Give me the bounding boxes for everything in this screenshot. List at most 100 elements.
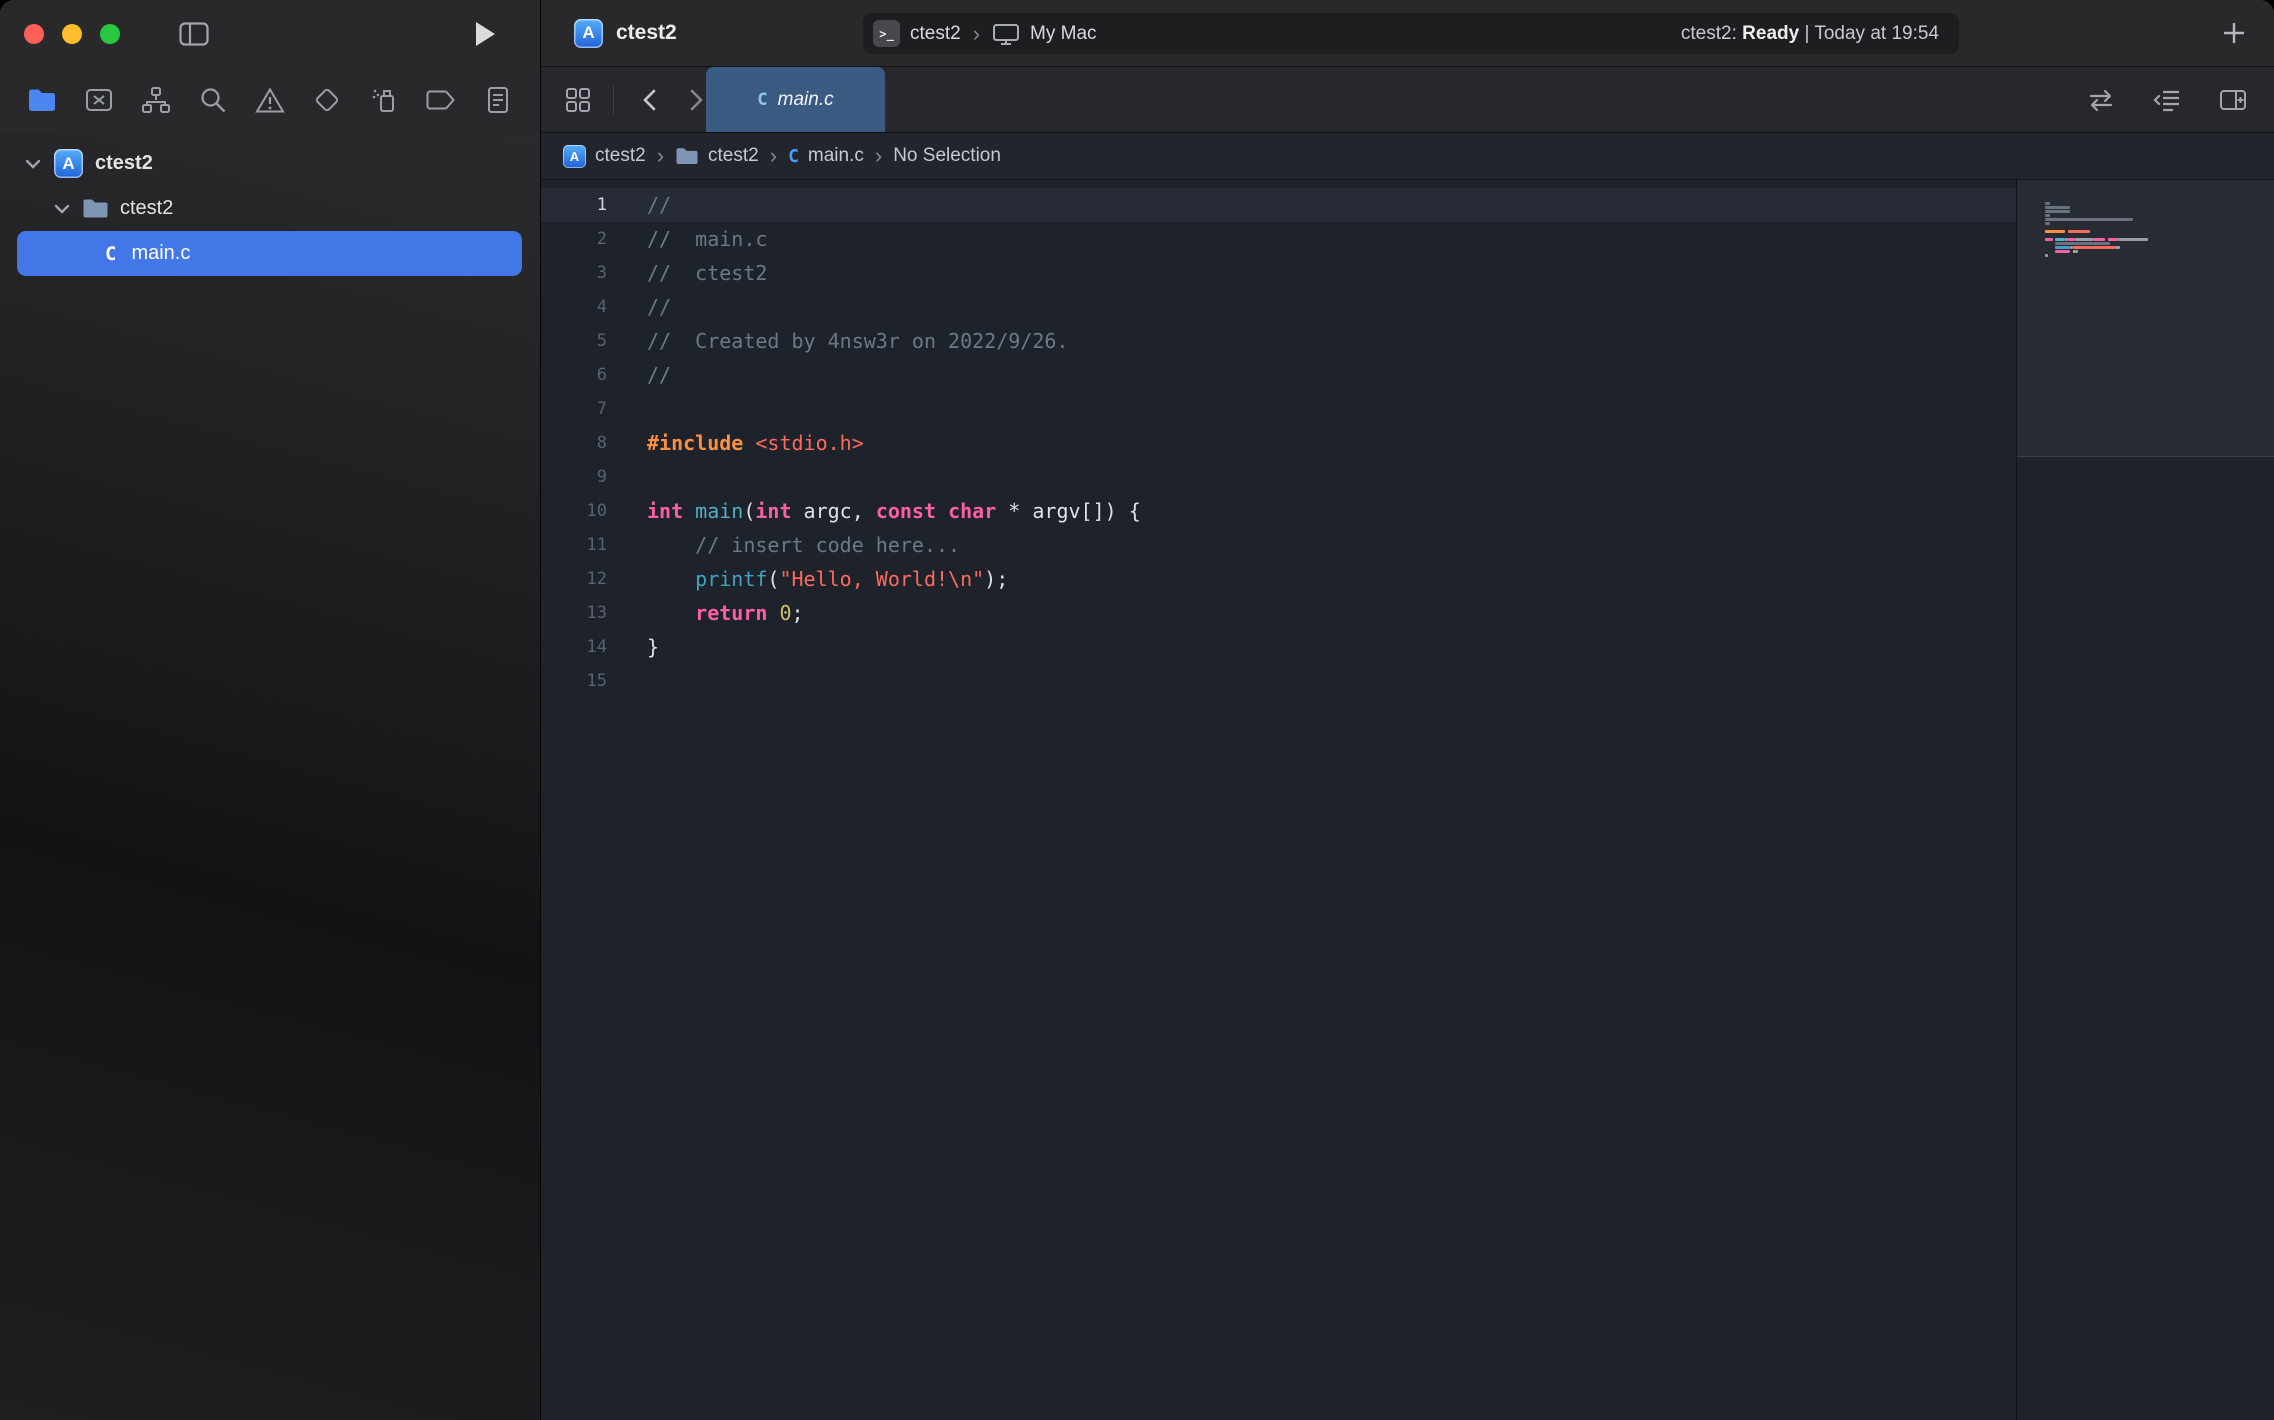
warning-triangle-icon (255, 87, 285, 114)
c-file-badge: C (105, 243, 116, 265)
chevron-separator-icon: › (873, 145, 884, 167)
code-line[interactable]: 9 (541, 460, 2016, 494)
issue-navigator-button[interactable] (250, 80, 290, 120)
tree-label: ctest2 (95, 152, 153, 175)
code-lines[interactable]: 1//2// main.c3// ctest24//5// Created by… (541, 180, 2016, 1420)
find-navigator-button[interactable] (193, 80, 233, 120)
breakpoint-navigator-button[interactable] (421, 80, 461, 120)
chevron-separator-icon: › (768, 145, 779, 167)
scheme-name: ctest2 (910, 23, 961, 45)
code-line[interactable]: 11 // insert code here... (541, 528, 2016, 562)
code-line[interactable]: 5// Created by 4nsw3r on 2022/9/26. (541, 324, 2016, 358)
diamond-icon (313, 86, 341, 114)
swap-arrows-icon (2087, 88, 2115, 112)
adjust-editor-button[interactable] (2150, 83, 2184, 117)
project-navigator-button[interactable] (22, 80, 62, 120)
c-file-badge: C (788, 146, 799, 167)
line-number[interactable]: 9 (541, 460, 621, 494)
related-items-button[interactable] (2084, 83, 2118, 117)
library-add-button[interactable] (2216, 15, 2252, 51)
scheme-selector[interactable]: >_ ctest2 › My Mac (873, 20, 1097, 47)
code-line[interactable]: 15 (541, 664, 2016, 698)
code-line[interactable]: 8#include <stdio.h> (541, 426, 2016, 460)
code-line[interactable]: 3// ctest2 (541, 256, 2016, 290)
chevron-left-icon (642, 89, 656, 111)
status-separator: | (1804, 23, 1809, 44)
minimap[interactable] (2016, 180, 2274, 1420)
debug-navigator-button[interactable] (364, 80, 404, 120)
back-button[interactable] (632, 83, 666, 117)
line-number[interactable]: 4 (541, 290, 621, 324)
chevron-right-icon (690, 89, 704, 111)
minimap-lines (2045, 202, 2148, 262)
source-control-navigator-button[interactable] (79, 80, 119, 120)
minimize-window-button[interactable] (62, 24, 82, 44)
report-navigator-button[interactable] (478, 80, 518, 120)
line-number[interactable]: 3 (541, 256, 621, 290)
tab-bar: C main.c (541, 67, 2274, 133)
folder-icon (27, 88, 57, 112)
code-line[interactable]: 14} (541, 630, 2016, 664)
line-number[interactable]: 10 (541, 494, 621, 528)
split-editor-icon (2219, 88, 2247, 112)
navigator-sidebar: A ctest2 ctest2 C main.c (0, 0, 541, 1420)
line-number[interactable]: 7 (541, 392, 621, 426)
close-window-button[interactable] (24, 24, 44, 44)
line-number[interactable]: 12 (541, 562, 621, 596)
tree-row-group[interactable]: ctest2 (0, 186, 540, 231)
add-editor-button[interactable] (2216, 83, 2250, 117)
tab-overview-button[interactable] (561, 83, 595, 117)
line-number[interactable]: 15 (541, 664, 621, 698)
search-icon (199, 86, 227, 114)
crumb-file[interactable]: main.c (808, 145, 864, 167)
code-line[interactable]: 12 printf("Hello, World!\n"); (541, 562, 2016, 596)
tree-row-file-selected[interactable]: C main.c (17, 231, 522, 276)
line-number[interactable]: 2 (541, 222, 621, 256)
window-title: ctest2 (616, 21, 677, 45)
tree-label: main.c (131, 242, 190, 265)
code-line[interactable]: 4// (541, 290, 2016, 324)
disclosure-chevron-icon[interactable] (51, 198, 73, 220)
code-line[interactable]: 6// (541, 358, 2016, 392)
disclosure-chevron-icon[interactable] (22, 153, 44, 175)
code-line[interactable]: 7 (541, 392, 2016, 426)
navigator-bar (0, 67, 540, 133)
chevron-separator-icon: › (971, 23, 982, 45)
line-number[interactable]: 14 (541, 630, 621, 664)
line-number[interactable]: 11 (541, 528, 621, 562)
build-status[interactable]: ctest2: Ready | Today at 19:54 (1681, 23, 1939, 45)
sidebar-toggle-icon (179, 22, 209, 46)
status-project: ctest2: (1681, 23, 1737, 44)
main-toolbar: A ctest2 >_ ctest2 › My Mac ctest2: Read… (541, 0, 2274, 67)
editor-options-icon (2153, 88, 2181, 112)
play-icon (474, 21, 496, 47)
zoom-window-button[interactable] (100, 24, 120, 44)
tab-main-c[interactable]: C main.c (705, 67, 886, 132)
line-number[interactable]: 6 (541, 358, 621, 392)
editor-area: A ctest2 >_ ctest2 › My Mac ctest2: Read… (541, 0, 2274, 1420)
hierarchy-icon (141, 86, 171, 114)
destination-name: My Mac (1030, 23, 1097, 45)
xcode-project-icon: A (574, 19, 603, 48)
code-line[interactable]: 1// (541, 188, 2016, 222)
jump-bar: A ctest2 › ctest2 › C main.c › No Select… (541, 133, 2274, 180)
code-line[interactable]: 13 return 0; (541, 596, 2016, 630)
line-number[interactable]: 5 (541, 324, 621, 358)
crumb-project[interactable]: ctest2 (595, 145, 646, 167)
test-navigator-button[interactable] (307, 80, 347, 120)
symbol-navigator-button[interactable] (136, 80, 176, 120)
line-number[interactable]: 8 (541, 426, 621, 460)
destination-icon (992, 22, 1020, 46)
xcode-window: A ctest2 ctest2 C main.c A ctest2 (0, 0, 2274, 1420)
code-line[interactable]: 2// main.c (541, 222, 2016, 256)
code-line[interactable]: 10int main(int argc, const char * argv[]… (541, 494, 2016, 528)
crumb-selection[interactable]: No Selection (893, 145, 1001, 167)
toggle-sidebar-button[interactable] (175, 17, 213, 51)
line-number[interactable]: 13 (541, 596, 621, 630)
run-button[interactable] (468, 17, 502, 51)
tree-row-project[interactable]: A ctest2 (0, 141, 540, 186)
activity-pill: >_ ctest2 › My Mac ctest2: Ready | Today… (863, 13, 1959, 54)
crumb-group[interactable]: ctest2 (708, 145, 759, 167)
line-number[interactable]: 1 (541, 188, 621, 222)
sidebar-titlebar (0, 0, 540, 67)
